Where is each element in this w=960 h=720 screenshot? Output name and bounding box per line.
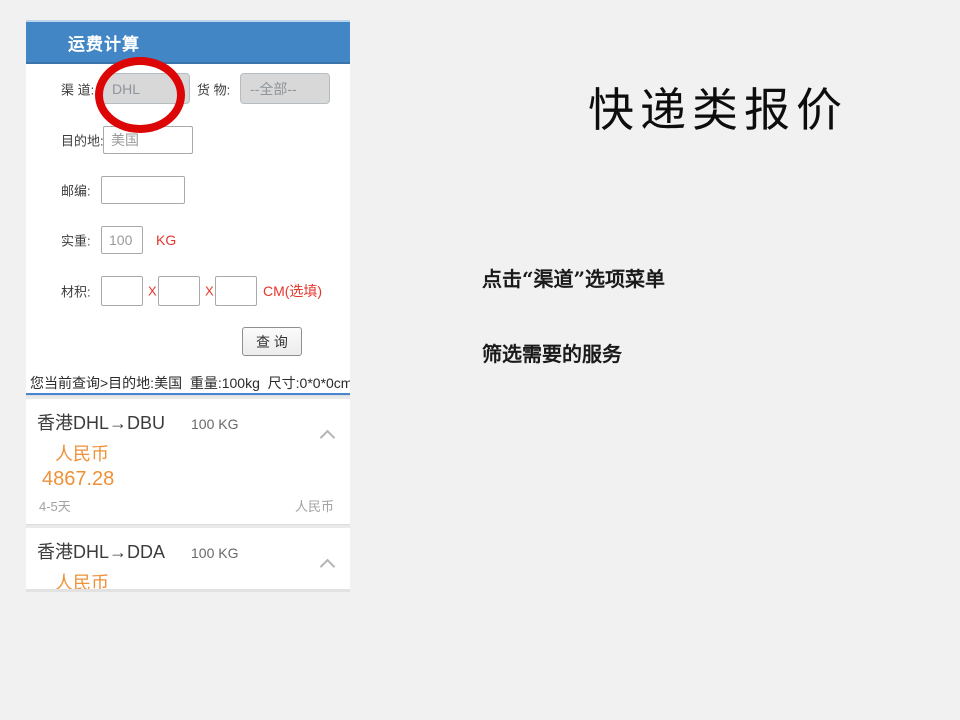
- volume-unit-label: CM(选填): [263, 281, 322, 301]
- volume-row: 材积: X X CM(选填): [61, 276, 330, 306]
- volume-length-input[interactable]: [101, 276, 143, 306]
- goods-select[interactable]: --全部--: [240, 73, 330, 104]
- volume-width-input[interactable]: [158, 276, 200, 306]
- currency-label: 人民币: [55, 440, 350, 466]
- destination-row: 目的地:: [61, 126, 330, 154]
- currency-label: 人民币: [55, 569, 350, 592]
- query-status-bar: 您当前查询>目的地:美国 重量:100kg 尺寸:0*0*0cm: [26, 368, 350, 395]
- zip-row: 邮编:: [61, 176, 330, 204]
- volume-height-input[interactable]: [215, 276, 257, 306]
- app-title: 运费计算: [68, 30, 140, 55]
- price-value: 4867.28: [42, 468, 350, 491]
- freight-form: 渠 道: DHL 货 物: --全部-- 目的地: 邮编: 实重: KG 材积:…: [26, 64, 350, 356]
- zip-input[interactable]: [101, 176, 185, 204]
- goods-label: 货 物:: [197, 79, 230, 98]
- query-row: 查 询: [61, 327, 330, 356]
- slide-annotation-2: 筛选需要的服务: [482, 338, 622, 367]
- query-button[interactable]: 查 询: [242, 327, 302, 356]
- multiply-symbol: X: [148, 284, 157, 299]
- currency-note: 人民币: [295, 496, 334, 515]
- result-card-header: 香港DHL→DBU 100 KG: [37, 409, 350, 435]
- result-card-header: 香港DHL→DDA 100 KG: [37, 538, 350, 564]
- multiply-symbol: X: [205, 284, 214, 299]
- weight-input[interactable]: [101, 226, 143, 254]
- weight-row: 实重: KG: [61, 226, 330, 254]
- channel-select[interactable]: DHL: [102, 73, 190, 104]
- result-card[interactable]: 香港DHL→DBU 100 KG 人民币 4867.28 4-5天 人民币: [26, 399, 350, 524]
- destination-label: 目的地:: [61, 131, 104, 150]
- route-label: 香港DHL→DDA: [37, 538, 165, 564]
- channel-label: 渠 道:: [61, 79, 94, 98]
- result-weight: 100 KG: [191, 545, 238, 561]
- channel-row: 渠 道: DHL 货 物: --全部--: [61, 73, 330, 104]
- destination-input[interactable]: [103, 126, 193, 154]
- freight-app-screenshot: 运费计算 渠 道: DHL 货 物: --全部-- 目的地: 邮编: 实重: K…: [26, 20, 350, 592]
- slide-title: 快递类报价: [588, 74, 848, 140]
- result-card[interactable]: 香港DHL→DDA 100 KG 人民币 4943.93: [26, 528, 350, 592]
- route-label: 香港DHL→DBU: [37, 409, 165, 435]
- volume-label: 材积:: [61, 282, 91, 301]
- duration-label: 4-5天: [39, 496, 71, 515]
- zip-label: 邮编:: [61, 181, 91, 200]
- weight-unit-label: KG: [156, 232, 176, 248]
- slide-annotation-1: 点击“渠道”选项菜单: [482, 263, 665, 292]
- app-header: 运费计算: [26, 20, 350, 64]
- result-card-footer: 4-5天 人民币: [37, 496, 350, 524]
- weight-label: 实重:: [61, 231, 91, 250]
- result-weight: 100 KG: [191, 416, 238, 432]
